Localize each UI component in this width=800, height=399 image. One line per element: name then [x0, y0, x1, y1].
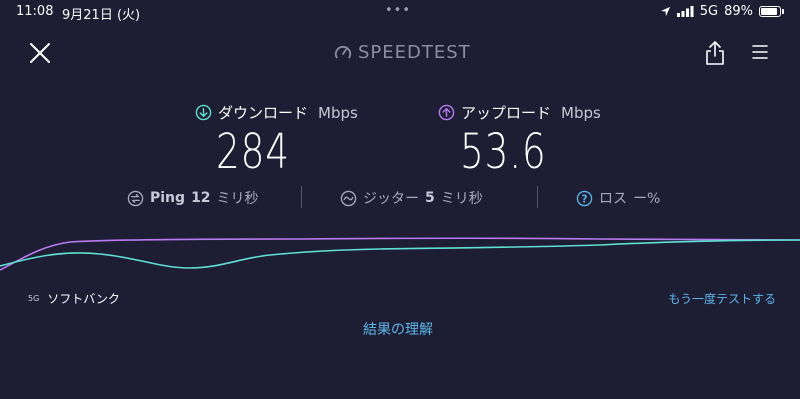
close-icon[interactable]	[28, 41, 52, 65]
download-label: ダウンロード Mbps	[195, 102, 358, 123]
jitter-icon	[340, 190, 357, 206]
jitter-metric[interactable]: ジッター 5 ミリ秒	[340, 188, 483, 208]
loss-value: ー%	[633, 191, 661, 207]
divider	[537, 186, 538, 208]
ping-unit: ミリ秒	[216, 191, 259, 207]
help-icon: ?	[576, 190, 593, 206]
download-value: 284	[216, 124, 290, 180]
network-type: 5G	[699, 4, 719, 19]
signal-icon	[676, 6, 694, 17]
ping-label: Ping	[150, 190, 186, 206]
upload-unit: Mbps	[561, 103, 601, 122]
speed-graph	[0, 237, 800, 271]
download-trace	[0, 239, 800, 269]
carrier-name: ソフトバンク	[47, 292, 120, 306]
upload-label-text: アップロード	[461, 104, 552, 122]
download-arrow-icon	[195, 104, 212, 121]
jitter-value: 5	[425, 190, 435, 206]
multitasking-dots[interactable]: •••	[385, 3, 411, 18]
jitter-unit: ミリ秒	[440, 191, 483, 207]
carrier-info: 5G ソフトバンク	[28, 290, 120, 307]
understand-results-link[interactable]: 結果の理解	[363, 319, 433, 339]
download-label-text: ダウンロード	[218, 104, 309, 122]
menu-icon[interactable]	[752, 44, 768, 60]
battery-icon	[759, 6, 781, 17]
jitter-label: ジッター	[363, 191, 419, 207]
upload-label: アップロード Mbps	[438, 102, 601, 123]
upload-trace	[0, 237, 800, 271]
status-time: 11:08	[16, 4, 54, 19]
download-unit: Mbps	[318, 103, 358, 122]
ping-metric[interactable]: Ping 12 ミリ秒	[127, 188, 259, 208]
speedtest-logo: SPEEDTEST	[334, 42, 471, 63]
svg-text:?: ?	[581, 193, 587, 205]
status-date: 9月21日 (火)	[62, 8, 141, 23]
share-icon[interactable]	[704, 40, 726, 66]
divider	[301, 186, 302, 208]
battery-percent: 89%	[724, 4, 753, 19]
logo-text: SPEEDTEST	[358, 42, 471, 63]
upload-value: 53.6	[460, 124, 547, 180]
location-icon	[660, 6, 670, 17]
ping-value: 12	[191, 190, 211, 206]
speedometer-icon	[334, 45, 352, 58]
loss-metric[interactable]: ? ロス ー%	[576, 188, 660, 208]
carrier-network-badge: 5G	[28, 294, 40, 303]
upload-arrow-icon	[438, 104, 455, 121]
retest-link[interactable]: もう一度テストする	[668, 290, 776, 307]
ping-icon	[127, 190, 144, 206]
loss-label: ロス	[599, 191, 627, 207]
battery-tip	[782, 9, 784, 14]
status-indicators: 5G 89%	[660, 4, 784, 19]
